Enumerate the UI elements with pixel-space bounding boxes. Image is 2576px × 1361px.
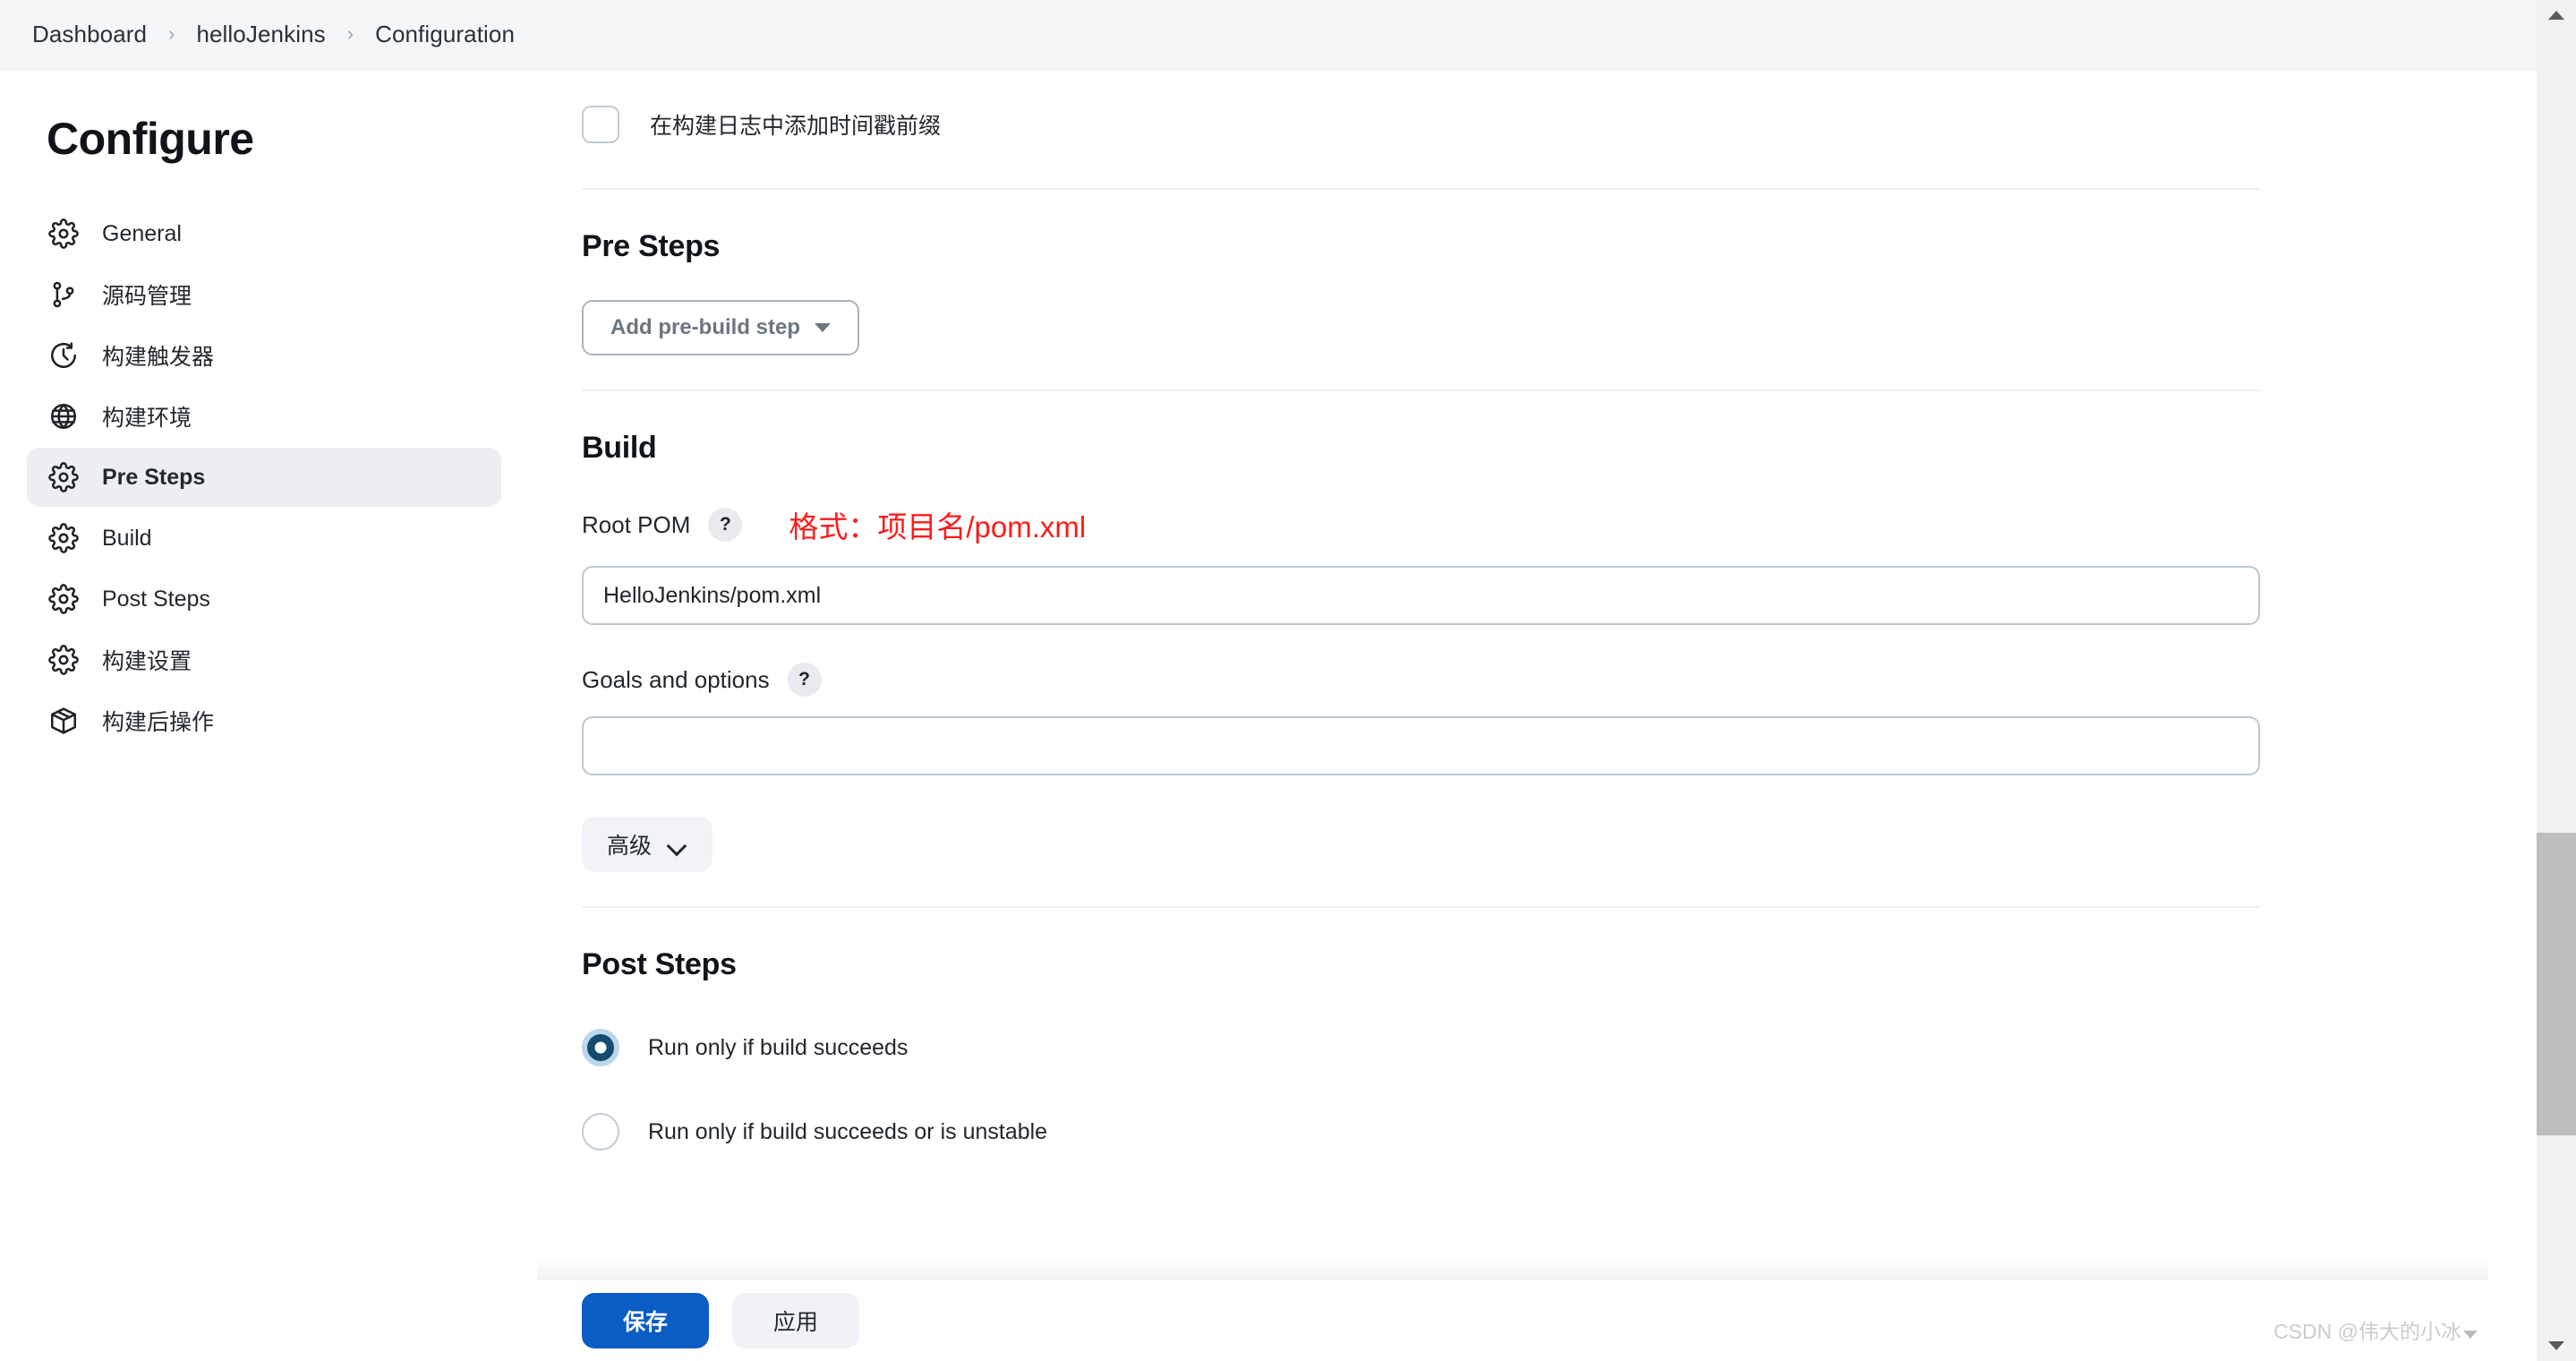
sidebar-item-build[interactable]: Build: [27, 509, 501, 568]
sidebar-item-build-settings[interactable]: 构建设置: [27, 630, 501, 689]
pre-steps-heading: Pre Steps: [582, 229, 721, 263]
clock-icon: [48, 340, 79, 371]
gear-icon: [48, 218, 79, 249]
post-steps-heading: Post Steps: [582, 947, 737, 981]
breadcrumb-separator-icon: ›: [346, 21, 354, 45]
apply-button[interactable]: 应用: [732, 1293, 860, 1348]
breadcrumb-item-configuration[interactable]: Configuration: [373, 17, 516, 52]
advanced-button[interactable]: 高级: [582, 817, 713, 872]
package-icon: [48, 706, 79, 736]
watermark-triangle-icon: [2463, 1331, 2478, 1339]
root-pom-label-row: Root POM ? 格式：项目名/pom.xml: [582, 503, 2537, 546]
sidebar-item-source-code-management[interactable]: 源码管理: [27, 265, 501, 324]
git-branch-icon: [48, 279, 79, 310]
sidebar-item-label: 构建后操作: [102, 710, 215, 735]
sidebar-item-label: 源码管理: [102, 284, 192, 309]
chevron-down-icon: [668, 839, 687, 850]
goals-label: Goals and options: [582, 665, 770, 693]
scroll-up-arrow-icon[interactable]: [2537, 0, 2576, 30]
sidebar-nav: General 源码管理 构建触发器 构建环境 Pre Steps Build …: [0, 204, 537, 750]
help-icon[interactable]: ?: [708, 508, 743, 542]
radio-button-succeeds[interactable]: [582, 1029, 619, 1066]
advanced-button-label: 高级: [607, 834, 653, 859]
sidebar-item-label: 构建触发器: [102, 345, 215, 370]
watermark: CSDN @伟大的小冰: [2273, 1314, 2478, 1345]
timestamp-checkbox[interactable]: [582, 106, 619, 143]
main-content: 在构建日志中添加时间戳前缀 Pre Steps Add pre-build st…: [537, 70, 2537, 1361]
add-pre-build-step-button[interactable]: Add pre-build step: [582, 300, 859, 355]
jenkins-configure-page: Dashboard › helloJenkins › Configuration…: [0, 0, 2576, 1361]
sidebar-item-build-environment[interactable]: 构建环境: [27, 387, 501, 446]
gear-icon: [48, 584, 79, 614]
sidebar-item-label: 构建环境: [102, 406, 192, 431]
help-icon[interactable]: ?: [787, 663, 822, 697]
sidebar-item-post-steps[interactable]: Post Steps: [27, 569, 501, 629]
timestamp-checkbox-label: 在构建日志中添加时间戳前缀: [650, 114, 942, 139]
form-action-bar: 保存 应用: [537, 1280, 2537, 1361]
breadcrumb-item-dashboard[interactable]: Dashboard: [30, 17, 149, 52]
page-title: Configure: [47, 114, 254, 164]
goals-label-row: Goals and options ?: [582, 663, 2537, 697]
scroll-down-arrow-icon[interactable]: [2537, 1331, 2576, 1361]
globe-icon: [48, 401, 79, 432]
breadcrumb: Dashboard › helloJenkins › Configuration: [0, 0, 2537, 70]
post-steps-option-succeeds[interactable]: Run only if build succeeds: [582, 1029, 2537, 1066]
watermark-text: CSDN @伟大的小冰: [2273, 1320, 2461, 1343]
section-divider: [582, 906, 2260, 908]
root-pom-label: Root POM: [582, 510, 691, 538]
sidebar-item-label: Post Steps: [102, 586, 210, 612]
sidebar-item-general[interactable]: General: [27, 204, 501, 263]
sidebar: Configure General 源码管理 构建触发器 构建环境 Pre St…: [0, 70, 537, 1361]
goals-and-options-field: Goals and options ?: [582, 663, 2537, 775]
root-pom-annotation: 格式：项目名/pom.xml: [789, 510, 1087, 544]
gear-icon: [48, 523, 79, 553]
breadcrumb-separator-icon: ›: [168, 21, 175, 45]
vertical-scrollbar[interactable]: [2537, 0, 2576, 1361]
root-pom-field: Root POM ? 格式：项目名/pom.xml: [582, 503, 2537, 625]
sidebar-item-label: 构建设置: [102, 649, 192, 674]
caret-down-icon: [815, 323, 831, 332]
post-steps-option-succeeds-or-unstable[interactable]: Run only if build succeeds or is unstabl…: [582, 1113, 2537, 1151]
sidebar-item-build-triggers[interactable]: 构建触发器: [27, 326, 501, 385]
radio-button-succeeds-or-unstable[interactable]: [582, 1113, 619, 1151]
goals-input[interactable]: [582, 716, 2260, 775]
section-divider: [582, 389, 2260, 391]
breadcrumb-item-hellojenkins[interactable]: helloJenkins: [194, 17, 327, 52]
radio-label-succeeds: Run only if build succeeds: [648, 1034, 908, 1060]
timestamp-checkbox-row[interactable]: 在构建日志中添加时间戳前缀: [582, 95, 2537, 154]
gear-icon: [48, 645, 79, 675]
sidebar-item-pre-steps[interactable]: Pre Steps: [27, 448, 501, 507]
sidebar-item-label: General: [102, 220, 182, 246]
gear-icon: [48, 462, 79, 492]
radio-label-succeeds-or-unstable: Run only if build succeeds or is unstabl…: [648, 1118, 1048, 1144]
sidebar-item-label: Pre Steps: [102, 464, 206, 490]
add-pre-build-step-label: Add pre-build step: [610, 315, 800, 339]
section-divider: [582, 188, 2260, 190]
build-heading: Build: [582, 431, 657, 465]
scrollbar-thumb[interactable]: [2537, 833, 2576, 1135]
root-pom-input[interactable]: [582, 566, 2260, 625]
sidebar-item-post-build-actions[interactable]: 构建后操作: [27, 691, 501, 750]
save-button[interactable]: 保存: [582, 1293, 710, 1348]
sidebar-item-label: Build: [102, 525, 152, 551]
